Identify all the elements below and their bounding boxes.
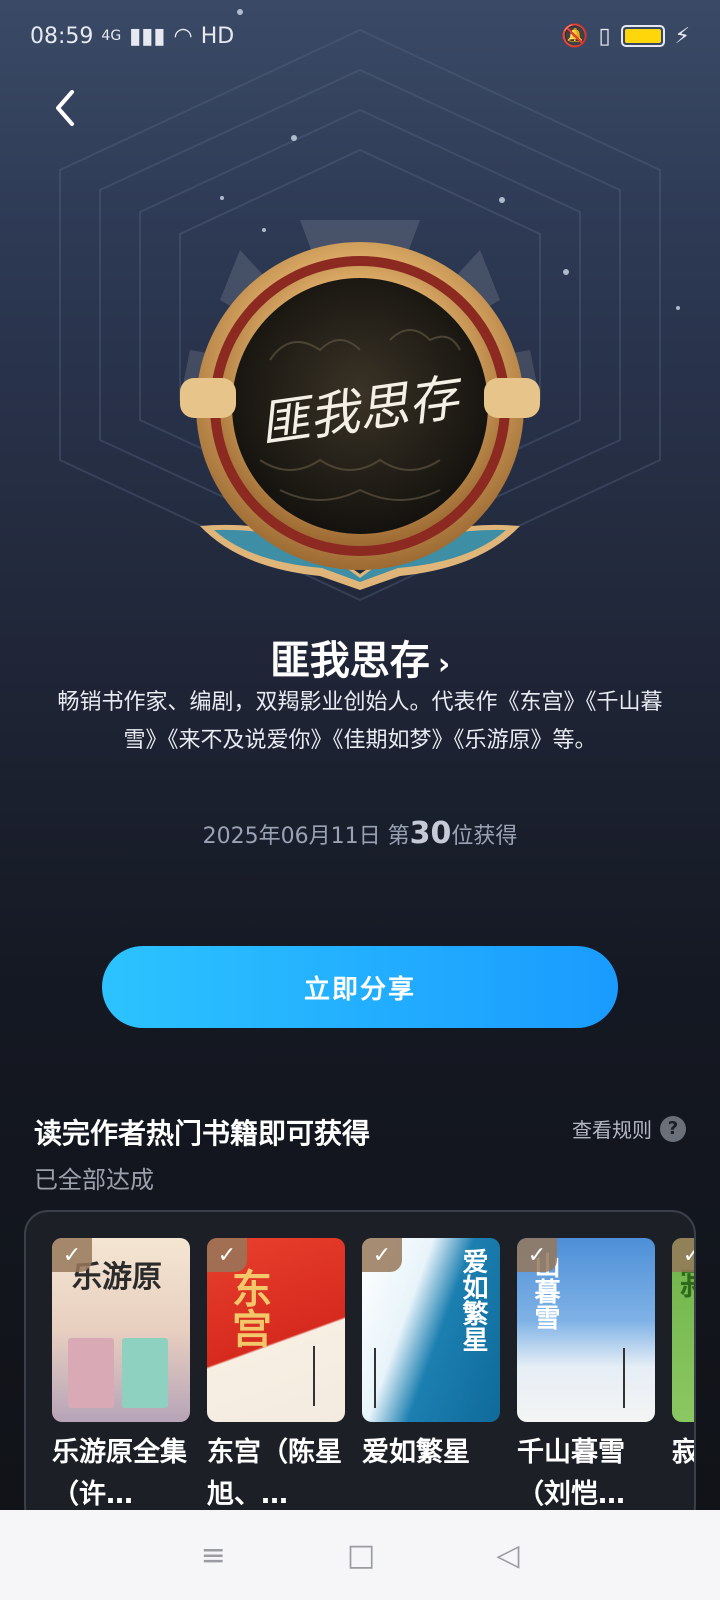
- check-icon: ✓: [517, 1238, 557, 1272]
- cover-title: 爱如繁星: [458, 1248, 488, 1352]
- menu-icon[interactable]: ≡: [201, 1538, 226, 1573]
- book-cover: 乐游原 ✓: [52, 1238, 190, 1422]
- books-row: 乐游原 ✓ 乐游原全集（许… 东宫 ✓ 东宫（陈星旭、… 爱如繁星 ✓ 爱如繁星: [52, 1238, 694, 1516]
- check-icon: ✓: [362, 1238, 402, 1272]
- book-cover: 爱如繁星 ✓: [362, 1238, 500, 1422]
- section-title: 读完作者热门书籍即可获得: [34, 1117, 371, 1150]
- obtained-date: 2025年06月11日: [202, 824, 381, 849]
- mute-icon: 🔕: [561, 23, 589, 49]
- book-cover: 山暮雪 ✓: [517, 1238, 655, 1422]
- view-rules-link[interactable]: 查看规则 ?: [572, 1114, 686, 1143]
- books-card: 乐游原 ✓ 乐游原全集（许… 东宫 ✓ 东宫（陈星旭、… 爱如繁星 ✓ 爱如繁星: [24, 1210, 696, 1530]
- author-name: 匪我思存: [269, 638, 430, 684]
- help-icon: ?: [660, 1115, 686, 1142]
- share-button[interactable]: 立即分享: [102, 946, 618, 1028]
- check-icon: ✓: [52, 1238, 92, 1272]
- status-left: 08:59 4G ▮▮▮ ◠ HD: [30, 24, 234, 49]
- status-bar: 08:59 4G ▮▮▮ ◠ HD 🔕 ▯ ⚡: [0, 0, 720, 72]
- book-title: 乐游原全集（许…: [52, 1437, 187, 1510]
- book-item[interactable]: 寂 ✓ 寂寞春…: [672, 1238, 694, 1516]
- system-nav-bar: ≡ □ ◁: [0, 1510, 720, 1600]
- cover-author-mark: [313, 1346, 333, 1406]
- wifi-icon: ◠: [173, 23, 193, 49]
- book-title: 爱如繁星: [362, 1437, 470, 1468]
- check-icon: ✓: [672, 1238, 694, 1272]
- view-rules-label: 查看规则: [572, 1118, 652, 1142]
- cover-art: [122, 1338, 168, 1408]
- back-button[interactable]: [36, 80, 92, 136]
- cover-art: [68, 1338, 114, 1408]
- check-icon: ✓: [207, 1238, 247, 1272]
- vibrate-icon: ▯: [598, 23, 611, 49]
- signal-icon: ▮▮▮: [129, 23, 166, 49]
- book-title: 千山暮雪（刘恺…: [517, 1437, 625, 1510]
- rank-number: 30: [409, 816, 452, 851]
- cover-author-mark: [374, 1348, 394, 1408]
- rank-suffix: 位获得: [451, 824, 518, 849]
- author-badge: 匪我思存: [180, 242, 540, 590]
- book-cover: 寂 ✓: [672, 1238, 694, 1422]
- back-icon[interactable]: ◁: [496, 1538, 519, 1573]
- book-item[interactable]: 东宫 ✓ 东宫（陈星旭、…: [207, 1238, 345, 1516]
- chevron-right-icon: ›: [437, 647, 451, 682]
- cover-title: 东宫: [225, 1268, 272, 1348]
- book-item[interactable]: 山暮雪 ✓ 千山暮雪（刘恺…: [517, 1238, 655, 1516]
- battery-icon: [620, 25, 665, 47]
- book-title: 东宫（陈星旭、…: [207, 1437, 342, 1510]
- hd-indicator: HD: [200, 23, 235, 49]
- book-title: 寂寞春…: [672, 1432, 694, 1474]
- charging-icon: ⚡: [674, 23, 690, 49]
- book-cover: 东宫 ✓: [207, 1238, 345, 1422]
- book-item[interactable]: 乐游原 ✓ 乐游原全集（许…: [52, 1238, 190, 1516]
- network-indicator: 4G: [101, 28, 122, 44]
- author-description: 畅销书作家、编剧，双羯影业创始人。代表作《东宫》《千山暮雪》《来不及说爱你》《佳…: [57, 690, 663, 753]
- back-chevron-icon: [56, 90, 74, 126]
- clock: 08:59: [30, 23, 94, 49]
- obtained-info: 2025年06月11日 第30位获得: [0, 816, 720, 851]
- author-name-link[interactable]: 匪我思存 ›: [0, 628, 720, 686]
- section-subtitle: 已全部达成: [34, 1166, 154, 1194]
- book-item[interactable]: 爱如繁星 ✓ 爱如繁星: [362, 1238, 500, 1516]
- rank-prefix: 第: [387, 824, 410, 849]
- status-right: 🔕 ▯ ⚡: [561, 24, 690, 49]
- battery-fill: [624, 29, 661, 43]
- cover-author-mark: [623, 1348, 643, 1408]
- home-icon[interactable]: □: [347, 1538, 375, 1573]
